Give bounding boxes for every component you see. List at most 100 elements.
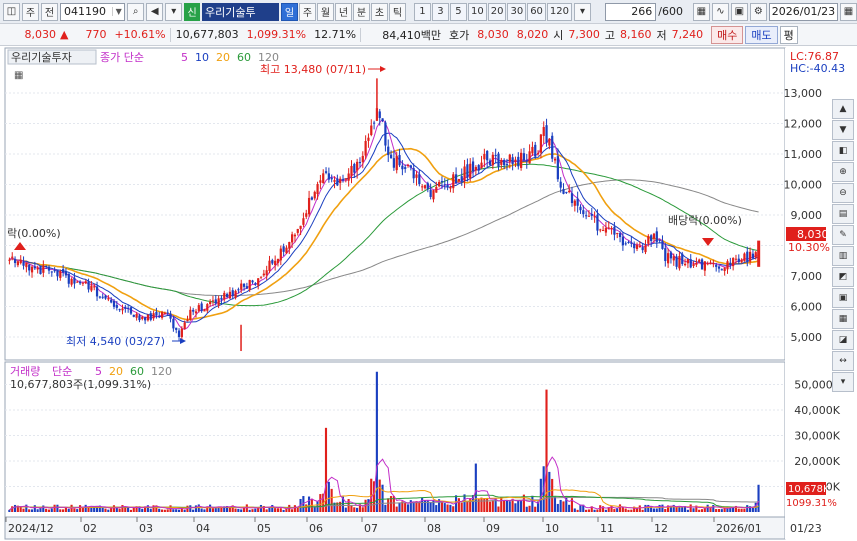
chart-area[interactable]: 13,00012,00011,00010,0009,0008,0007,0006…	[0, 46, 857, 541]
chevron-down-icon[interactable]: ▼	[112, 7, 124, 16]
volume-bar	[107, 509, 110, 512]
grid-icon[interactable]: ▦	[692, 2, 710, 21]
ping-button[interactable]: 평	[779, 25, 798, 44]
volume-bar	[251, 509, 254, 512]
side-tool-icon-12[interactable]: ↔	[832, 351, 854, 371]
period-tab-6[interactable]: 틱	[389, 2, 407, 21]
side-tool-icon-9[interactable]: ▣	[832, 288, 854, 308]
side-tool-icon-0[interactable]: ▲	[832, 99, 854, 119]
candle-body	[299, 225, 302, 229]
side-tool-icon-4[interactable]: ⊖	[832, 183, 854, 203]
candle-body	[90, 285, 93, 291]
side-tool-icon-11[interactable]: ◪	[832, 330, 854, 350]
interval-tab-120[interactable]: 120	[546, 2, 573, 21]
volume-bar	[596, 509, 599, 512]
side-tool-icon-10[interactable]: ▦	[832, 309, 854, 329]
volume-bar	[720, 509, 723, 512]
panel-menu-icon[interactable]: ▦	[14, 70, 23, 81]
volume-bar	[664, 509, 667, 512]
display-count-input[interactable]: 266	[604, 2, 657, 21]
candle-body	[681, 253, 684, 264]
candle-body	[209, 301, 212, 304]
volume-bar	[45, 508, 48, 512]
candle-body	[715, 264, 718, 267]
buy-button[interactable]: 매수	[711, 25, 744, 44]
interval-tab-30[interactable]: 30	[507, 2, 527, 21]
x-tick-label: 2024/12	[8, 522, 54, 535]
interval-tab-60[interactable]: 60	[527, 2, 546, 21]
period-tab-4[interactable]: 분	[353, 2, 371, 21]
side-tool-icon-1[interactable]: ▼	[832, 120, 854, 140]
period-tab-0[interactable]: 일	[281, 2, 299, 21]
candle-body	[285, 247, 288, 254]
sell-button[interactable]: 매도	[745, 25, 778, 44]
candle-body	[652, 233, 656, 239]
candle-body	[11, 256, 14, 258]
candle-body	[618, 233, 622, 238]
candle-body	[514, 159, 517, 162]
candle-body	[700, 259, 704, 270]
interval-dropdown-icon[interactable]: ▾	[574, 2, 592, 21]
search-icon[interactable]: ⌕	[127, 2, 145, 21]
period-tab-5[interactable]: 초	[371, 2, 389, 21]
market-select[interactable]: 주	[22, 2, 39, 21]
candle-body	[494, 154, 497, 157]
side-tool-icon-13[interactable]: ▾	[832, 372, 854, 392]
candle-body	[30, 266, 34, 273]
calendar-icon[interactable]: ▦	[840, 2, 857, 21]
candle-body	[692, 264, 695, 266]
interval-tab-10[interactable]: 10	[467, 2, 487, 21]
volume-bar	[551, 478, 554, 512]
volume-bar	[463, 494, 466, 512]
volume-bar	[291, 509, 294, 512]
volume-bar	[237, 508, 240, 512]
volume-bar	[398, 502, 401, 512]
period-tab-3[interactable]: 년	[335, 2, 353, 21]
volume-bar	[435, 505, 438, 512]
candle-body	[497, 153, 500, 167]
prev-button[interactable]: 전	[41, 2, 58, 21]
volume-bar	[743, 508, 746, 512]
period-tab-1[interactable]: 주	[299, 2, 317, 21]
candle-body	[607, 227, 610, 229]
volume-bar	[90, 507, 93, 512]
scroll-down-icon[interactable]: ▾	[165, 2, 183, 21]
candle-body	[129, 307, 133, 314]
indicator-icon[interactable]: ∿	[711, 2, 729, 21]
volume-bar	[712, 504, 715, 512]
price-tick-label: 13,000	[784, 87, 823, 100]
stock-code-input[interactable]: 041190 ▼	[60, 2, 126, 21]
volume-bar	[488, 501, 492, 512]
side-tool-icon-8[interactable]: ◩	[832, 267, 854, 287]
period-tab-2[interactable]: 월	[317, 2, 335, 21]
interval-tab-3[interactable]: 3	[431, 2, 449, 21]
interval-tabs: 1 3 5 10 20 30 60 120	[413, 2, 573, 21]
interval-tab-1[interactable]: 1	[413, 2, 431, 21]
legend-ma-5: 5	[181, 51, 188, 64]
side-tool-icon-6[interactable]: ✎	[832, 225, 854, 245]
candle-body	[87, 281, 90, 290]
volume-bar	[211, 508, 214, 512]
interval-tab-20[interactable]: 20	[487, 2, 507, 21]
candle-body	[356, 161, 359, 171]
volume-bar	[500, 497, 503, 512]
side-toolbar: ▲ ▼ ◧ ⊕ ⊖ ▤ ✎ ▥ ◩ ▣ ▦ ◪ ↔ ▾	[832, 99, 856, 393]
side-tool-icon-2[interactable]: ◧	[832, 141, 854, 161]
x-tick-label: 10	[545, 522, 559, 535]
candle-body	[556, 156, 559, 180]
interval-tab-5[interactable]: 5	[449, 2, 467, 21]
candle-body	[8, 259, 11, 261]
save-icon[interactable]: ▣	[730, 2, 748, 21]
side-tool-icon-3[interactable]: ⊕	[832, 162, 854, 182]
stock-chart[interactable]: 13,00012,00011,00010,0009,0008,0007,0006…	[0, 46, 857, 541]
settings-gear-icon[interactable]: ⚙	[749, 2, 767, 21]
volume-bar	[327, 481, 330, 512]
speaker-icon[interactable]: ◀	[146, 2, 164, 21]
price-change-pct: +10.61%	[114, 28, 166, 41]
x-tick-label: 03	[139, 522, 153, 535]
side-tool-icon-7[interactable]: ▥	[832, 246, 854, 266]
chart-menu-icon[interactable]: ◫	[3, 2, 20, 21]
date-input[interactable]: 2026/01/23	[768, 2, 839, 21]
side-tool-icon-5[interactable]: ▤	[832, 204, 854, 224]
volume-bar	[81, 507, 84, 512]
